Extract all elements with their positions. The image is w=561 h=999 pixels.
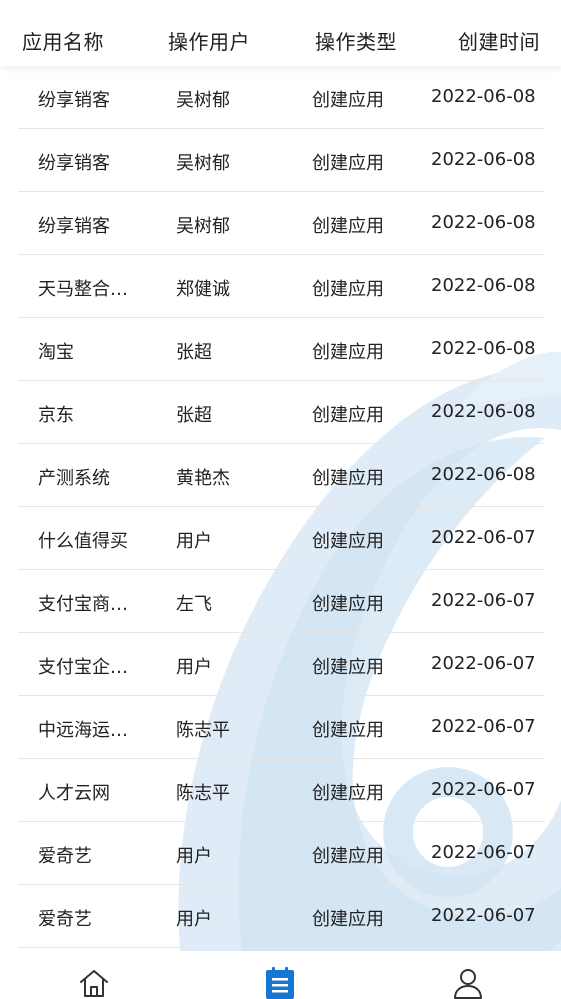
cell-app-name: 产测系统 <box>38 468 110 489</box>
table-row[interactable]: 人才云网 陈志平 创建应用 2022-06-07 <box>18 759 544 822</box>
cell-operation-type: 创建应用 <box>312 783 384 804</box>
cell-operator: 黄艳杰 <box>176 468 230 489</box>
cell-created-time: 2022-06-07 <box>431 842 536 863</box>
list-icon <box>266 967 294 999</box>
cell-operator: 吴树郁 <box>176 90 230 111</box>
column-header-operator[interactable]: 操作用户 <box>168 26 250 55</box>
cell-operation-type: 创建应用 <box>312 90 384 111</box>
cell-app-name: 爱奇艺 <box>38 909 92 930</box>
cell-operation-type: 创建应用 <box>312 657 384 678</box>
column-header-operation-type[interactable]: 操作类型 <box>315 26 397 55</box>
cell-operation-type: 创建应用 <box>312 594 384 615</box>
record-list: 纷享销客 吴树郁 创建应用 2022-06-08 纷享销客 吴树郁 创建应用 2… <box>18 66 544 948</box>
cell-app-name: 什么值得买 <box>38 531 128 552</box>
column-header-app-name[interactable]: 应用名称 <box>22 26 104 55</box>
home-icon <box>80 970 108 997</box>
cell-operation-type: 创建应用 <box>312 279 384 300</box>
table-header: 应用名称 操作用户 操作类型 创建时间 <box>0 0 561 66</box>
cell-app-name: 天马整合… <box>38 279 128 300</box>
table-row[interactable]: 支付宝商… 左飞 创建应用 2022-06-07 <box>18 570 544 633</box>
table-row[interactable]: 淘宝 张超 创建应用 2022-06-08 <box>18 318 544 381</box>
cell-app-name: 纷享销客 <box>38 216 110 237</box>
table-row[interactable]: 纷享销客 吴树郁 创建应用 2022-06-08 <box>18 129 544 192</box>
table-row[interactable]: 中远海运… 陈志平 创建应用 2022-06-07 <box>18 696 544 759</box>
cell-operator: 吴树郁 <box>176 216 230 237</box>
column-header-created-time[interactable]: 创建时间 <box>458 26 540 55</box>
cell-operator: 吴树郁 <box>176 153 230 174</box>
cell-app-name: 支付宝商… <box>38 594 128 615</box>
cell-operation-type: 创建应用 <box>312 531 384 552</box>
cell-operator: 陈志平 <box>176 783 230 804</box>
cell-operator: 张超 <box>176 342 212 363</box>
cell-operator: 陈志平 <box>176 720 230 741</box>
table-row[interactable]: 什么值得买 用户 创建应用 2022-06-07 <box>18 507 544 570</box>
cell-operation-type: 创建应用 <box>312 720 384 741</box>
cell-operator: 郑健诚 <box>176 279 230 300</box>
app-screen: 应用名称 操作用户 操作类型 创建时间 纷享销客 吴树郁 创建应用 2022-0… <box>0 0 561 999</box>
cell-operation-type: 创建应用 <box>312 342 384 363</box>
cell-created-time: 2022-06-07 <box>431 653 536 674</box>
cell-created-time: 2022-06-08 <box>431 401 536 422</box>
cell-created-time: 2022-06-07 <box>431 779 536 800</box>
table-row[interactable]: 爱奇艺 用户 创建应用 2022-06-07 <box>18 822 544 885</box>
cell-app-name: 京东 <box>38 405 74 426</box>
cell-created-time: 2022-06-07 <box>431 527 536 548</box>
cell-app-name: 人才云网 <box>38 783 110 804</box>
table-row[interactable]: 产测系统 黄艳杰 创建应用 2022-06-08 <box>18 444 544 507</box>
cell-operator: 用户 <box>176 657 212 678</box>
cell-operator: 左飞 <box>176 594 212 615</box>
table-row[interactable]: 支付宝企… 用户 创建应用 2022-06-07 <box>18 633 544 696</box>
cell-operator: 用户 <box>176 846 212 867</box>
cell-created-time: 2022-06-08 <box>431 464 536 485</box>
cell-operation-type: 创建应用 <box>312 405 384 426</box>
cell-app-name: 支付宝企… <box>38 657 128 678</box>
cell-operation-type: 创建应用 <box>312 909 384 930</box>
cell-operation-type: 创建应用 <box>312 216 384 237</box>
nav-records-tab[interactable] <box>264 967 296 999</box>
cell-operation-type: 创建应用 <box>312 468 384 489</box>
cell-app-name: 淘宝 <box>38 342 74 363</box>
table-row[interactable]: 京东 张超 创建应用 2022-06-08 <box>18 381 544 444</box>
cell-created-time: 2022-06-08 <box>431 86 536 107</box>
cell-created-time: 2022-06-08 <box>431 275 536 296</box>
cell-created-time: 2022-06-07 <box>431 590 536 611</box>
table-row[interactable]: 纷享销客 吴树郁 创建应用 2022-06-08 <box>18 192 544 255</box>
cell-created-time: 2022-06-08 <box>431 212 536 233</box>
cell-created-time: 2022-06-07 <box>431 716 536 737</box>
cell-app-name: 纷享销客 <box>38 153 110 174</box>
cell-operation-type: 创建应用 <box>312 846 384 867</box>
cell-app-name: 纷享销客 <box>38 90 110 111</box>
cell-app-name: 中远海运… <box>38 720 128 741</box>
table-row[interactable]: 纷享销客 吴树郁 创建应用 2022-06-08 <box>18 66 544 129</box>
cell-app-name: 爱奇艺 <box>38 846 92 867</box>
cell-operator: 用户 <box>176 909 212 930</box>
nav-home-tab[interactable] <box>78 967 110 999</box>
cell-created-time: 2022-06-07 <box>431 905 536 926</box>
cell-created-time: 2022-06-08 <box>431 338 536 359</box>
cell-operator: 张超 <box>176 405 212 426</box>
bottom-navigation <box>0 951 561 999</box>
user-icon <box>454 969 482 999</box>
cell-created-time: 2022-06-08 <box>431 149 536 170</box>
cell-operation-type: 创建应用 <box>312 153 384 174</box>
cell-operator: 用户 <box>176 531 212 552</box>
table-row[interactable]: 爱奇艺 用户 创建应用 2022-06-07 <box>18 885 544 948</box>
table-row[interactable]: 天马整合… 郑健诚 创建应用 2022-06-08 <box>18 255 544 318</box>
nav-profile-tab[interactable] <box>452 967 484 999</box>
